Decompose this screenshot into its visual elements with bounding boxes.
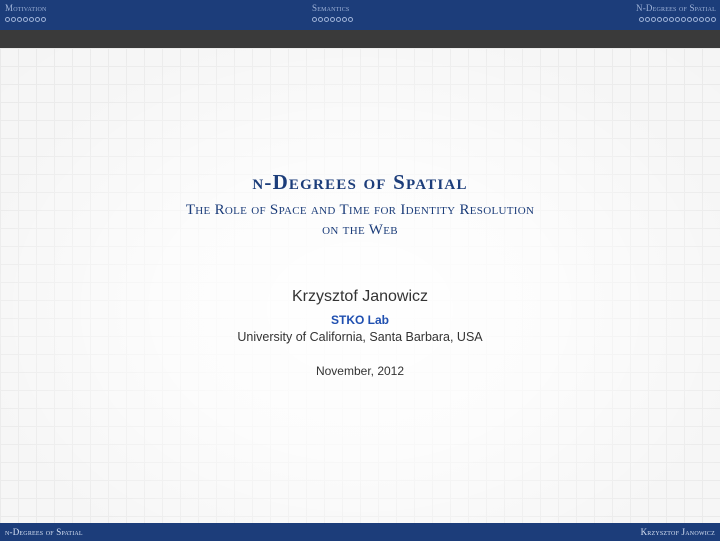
nav-frame-dot[interactable] [693, 17, 698, 22]
nav-section-label[interactable]: Semantics [312, 3, 353, 13]
nav-frame-dot[interactable] [639, 17, 644, 22]
background-fade [0, 48, 720, 523]
nav-frame-dot[interactable] [324, 17, 329, 22]
presentation-date: November, 2012 [315, 364, 405, 378]
nav-frame-dot[interactable] [657, 17, 662, 22]
subsection-bar [0, 30, 720, 48]
nav-frame-dot[interactable] [336, 17, 341, 22]
lab-name: STKO Lab [330, 313, 389, 327]
nav-frame-dot[interactable] [11, 17, 16, 22]
slide: Motivation Semantics N-Degrees of Spatia… [0, 0, 720, 541]
institution: University of California, Santa Barbara,… [237, 330, 483, 344]
nav-frame-dot[interactable] [681, 17, 686, 22]
nav-section-label[interactable]: Motivation [5, 3, 47, 13]
nav-frame-dot[interactable] [669, 17, 674, 22]
nav-frame-dot[interactable] [312, 17, 317, 22]
nav-frame-dot[interactable] [330, 17, 335, 22]
nav-section-dots[interactable] [636, 17, 716, 25]
nav-frame-dot[interactable] [651, 17, 656, 22]
nav-frame-dot[interactable] [705, 17, 710, 22]
nav-section-n-degrees[interactable]: N-Degrees of Spatial [636, 3, 716, 25]
nav-frame-dot[interactable] [41, 17, 46, 22]
author-name: Krzysztof Janowicz [291, 288, 429, 305]
nav-section-motivation[interactable]: Motivation [5, 3, 47, 25]
nav-frame-dot[interactable] [663, 17, 668, 22]
nav-frame-dot[interactable] [35, 17, 40, 22]
nav-frame-dot[interactable] [348, 17, 353, 22]
section-navigation-bar: Motivation Semantics N-Degrees of Spatia… [0, 0, 720, 30]
subtitle-line-1: The Role of Space and Time for Identity … [185, 202, 535, 218]
nav-frame-dot[interactable] [5, 17, 10, 22]
nav-section-dots[interactable] [312, 17, 353, 25]
nav-frame-dot[interactable] [342, 17, 347, 22]
nav-frame-dot[interactable] [699, 17, 704, 22]
nav-frame-dot[interactable] [645, 17, 650, 22]
nav-section-dots[interactable] [5, 17, 47, 25]
nav-frame-dot[interactable] [675, 17, 680, 22]
footer-bar: n-Degrees of Spatial Krzysztof Janowicz [0, 523, 720, 541]
nav-frame-dot[interactable] [318, 17, 323, 22]
nav-frame-dot[interactable] [23, 17, 28, 22]
slide-subtitle: The Role of Space and Time for Identity … [0, 200, 720, 240]
footer-author: Krzysztof Janowicz [640, 527, 715, 537]
nav-frame-dot[interactable] [711, 17, 716, 22]
nav-section-label[interactable]: N-Degrees of Spatial [636, 3, 716, 13]
nav-section-semantics[interactable]: Semantics [312, 3, 353, 25]
nav-frame-dot[interactable] [687, 17, 692, 22]
subtitle-line-2: on the Web [322, 222, 398, 238]
slide-title: n-Degrees of Spatial [252, 170, 468, 194]
footer-talk-title: n-Degrees of Spatial [5, 527, 83, 537]
nav-frame-dot[interactable] [17, 17, 22, 22]
nav-frame-dot[interactable] [29, 17, 34, 22]
